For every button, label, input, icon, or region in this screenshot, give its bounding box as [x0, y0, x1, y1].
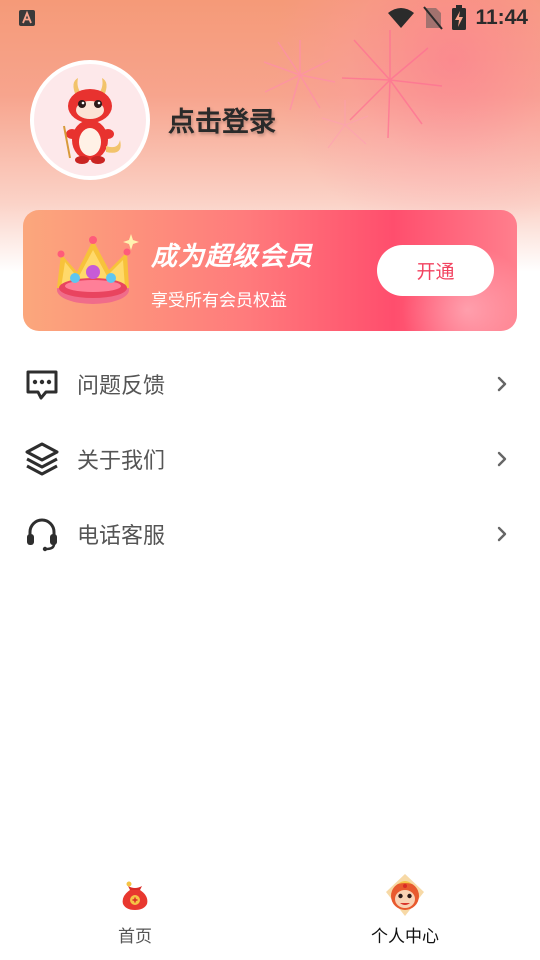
- nav-tab-label: 个人中心: [371, 927, 439, 947]
- bottom-nav: 首页 个人中心: [0, 866, 540, 960]
- menu-item-label: 问题反馈: [77, 373, 166, 399]
- status-left: [18, 9, 36, 27]
- crown-icon: [57, 234, 139, 304]
- status-right: 11:44: [387, 5, 528, 31]
- chevron-right-icon: [497, 376, 507, 391]
- menu-item-feedback[interactable]: 问题反馈: [0, 346, 540, 421]
- nav-tab-home[interactable]: 首页: [0, 866, 270, 960]
- battery-charging-icon: [452, 5, 467, 30]
- vip-subtitle: 享受所有会员权益: [151, 291, 287, 311]
- nav-tab-profile[interactable]: 个人中心: [270, 866, 540, 960]
- message-dots-icon: [24, 366, 60, 402]
- vip-title: 成为超级会员: [151, 242, 314, 272]
- menu-list: 问题反馈 关于我们 电话客服: [0, 346, 540, 571]
- headset-icon: [24, 516, 60, 552]
- chevron-right-icon: [497, 451, 507, 466]
- a-notification-icon: [19, 10, 35, 26]
- layers-icon: [24, 441, 60, 477]
- nav-tab-label: 首页: [118, 927, 152, 947]
- menu-item-about[interactable]: 关于我们: [0, 421, 540, 496]
- menu-item-label: 关于我们: [77, 448, 166, 474]
- menu-item-label: 电话客服: [77, 523, 166, 549]
- no-sim-icon: [423, 6, 444, 30]
- avatar[interactable]: [30, 60, 150, 180]
- monkey-face-icon: [381, 872, 429, 918]
- login-label[interactable]: 点击登录: [168, 100, 276, 139]
- status-bar: 11:44: [0, 0, 540, 36]
- menu-item-phone-service[interactable]: 电话客服: [0, 496, 540, 571]
- chevron-right-icon: [497, 526, 507, 541]
- activate-vip-button[interactable]: 开通: [377, 245, 494, 296]
- vip-card[interactable]: 成为超级会员 享受所有会员权益 开通: [23, 210, 517, 331]
- fireworks-decoration: [263, 30, 443, 149]
- lucky-bag-icon: [111, 872, 159, 918]
- status-time: 11:44: [475, 6, 528, 29]
- dragon-mascot-icon: [63, 78, 121, 164]
- wifi-icon: [388, 8, 415, 28]
